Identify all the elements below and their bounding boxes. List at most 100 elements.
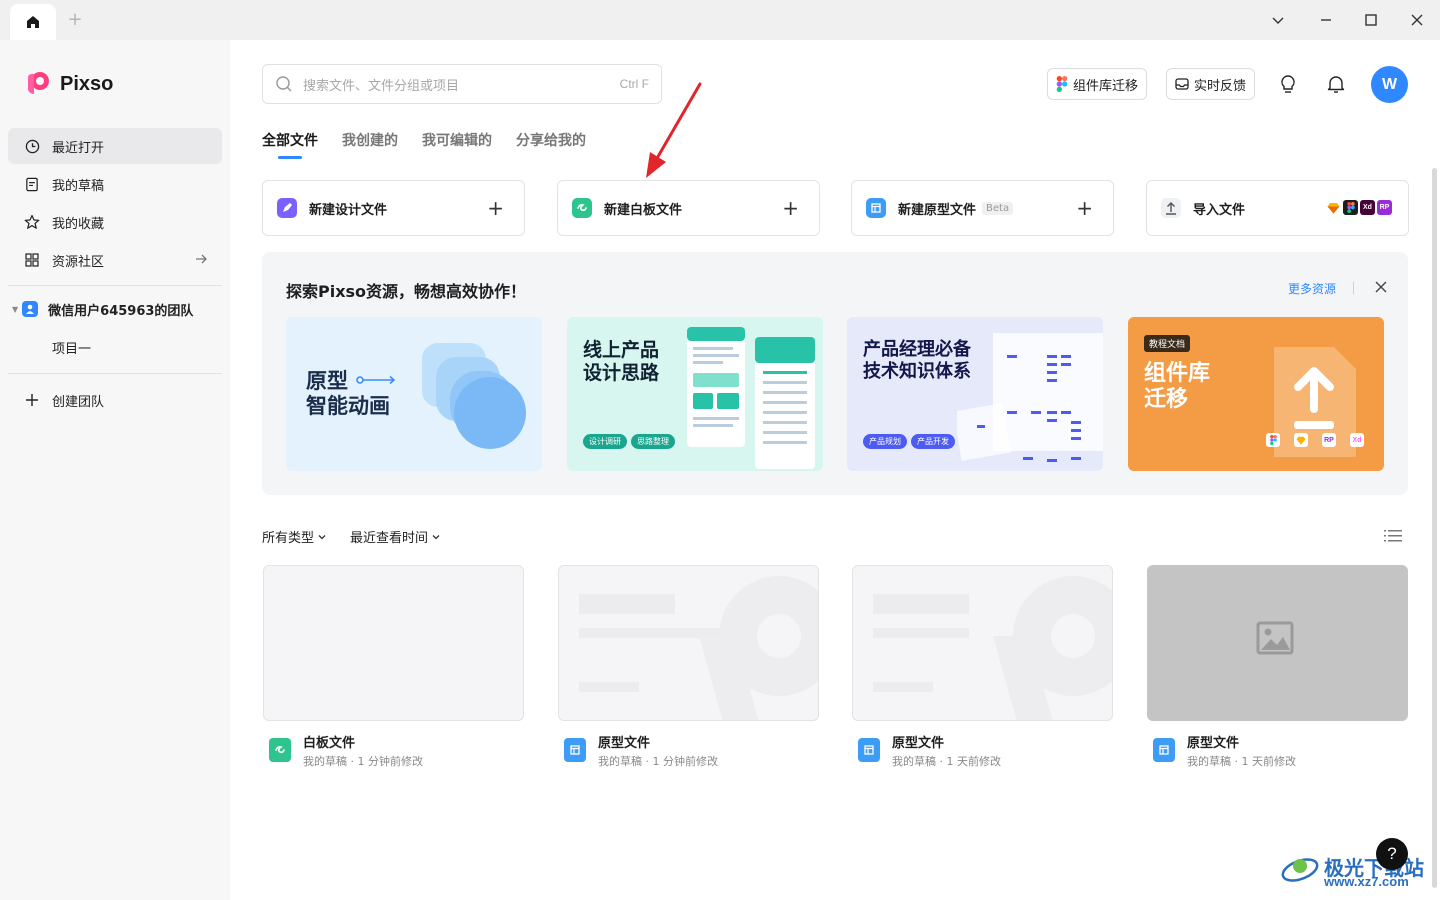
file-info[interactable]: 原型文件 我的草稿 · 1 分钟前修改	[558, 730, 819, 774]
team-name: 微信用户645963的团队	[48, 303, 194, 319]
lightbulb-icon[interactable]	[1276, 72, 1300, 96]
file-name: 白板文件	[303, 736, 356, 751]
close-icon[interactable]	[1374, 279, 1388, 298]
import-file-button[interactable]: 导入文件 Xd RP	[1146, 180, 1409, 236]
sketch-icon	[1294, 433, 1308, 447]
figma-icon	[1343, 200, 1358, 215]
maximize-icon[interactable]	[1359, 8, 1383, 32]
upload-icon	[1161, 198, 1181, 218]
divider	[1353, 282, 1354, 294]
resource-card-title: 组件库 迁移	[1144, 361, 1211, 413]
help-button[interactable]: ?	[1376, 838, 1408, 870]
figma-icon	[1266, 433, 1280, 447]
whiteboard-file-icon	[269, 738, 291, 762]
type-filter-dropdown[interactable]: 所有类型	[262, 527, 327, 546]
caret-down-icon: ▼	[12, 304, 19, 314]
chevron-down-icon	[432, 534, 440, 539]
resource-card-product-design[interactable]: 线上产品 设计思路 设计调研 思路整理	[567, 317, 823, 471]
import-file-label: 导入文件	[1193, 202, 1246, 218]
file-meta-text: 我的草稿 · 1 天前修改	[1187, 755, 1296, 768]
inbox-icon	[1175, 78, 1189, 90]
file-thumbnail[interactable]	[1147, 565, 1408, 721]
new-prototype-file-button[interactable]: 新建原型文件 Beta +	[851, 180, 1114, 236]
scrollbar[interactable]	[1432, 168, 1437, 888]
arrow-right-icon	[194, 252, 208, 270]
sidebar-item-community[interactable]: 资源社区	[8, 242, 222, 278]
tab-shared-with-me[interactable]: 分享给我的	[516, 130, 586, 150]
bell-icon[interactable]	[1324, 72, 1348, 96]
resource-card-component-migration[interactable]: 教程文档 组件库 迁移 RP Xd	[1128, 317, 1384, 471]
home-tab[interactable]	[10, 4, 56, 40]
chevron-down-icon	[318, 534, 326, 539]
sidebar-item-drafts[interactable]: 我的草稿	[8, 166, 222, 202]
resource-card-prototype-animation[interactable]: 原型 智能动画	[286, 317, 542, 471]
sidebar-team[interactable]: ▼ 微信用户645963的团队	[8, 291, 222, 327]
search-input[interactable]: 搜索文件、文件分组或项目 Ctrl F	[262, 64, 662, 104]
tag-product-development: 产品开发	[911, 434, 955, 449]
search-icon	[276, 76, 292, 92]
sidebar-item-recent[interactable]: 最近打开	[8, 128, 222, 164]
file-info[interactable]: 原型文件 我的草稿 · 1 天前修改	[852, 730, 1113, 774]
xd-icon: Xd	[1350, 433, 1364, 447]
file-info[interactable]: 原型文件 我的草稿 · 1 天前修改	[1147, 730, 1408, 774]
component-migrate-button[interactable]: 组件库迁移	[1047, 68, 1148, 100]
tab-all-files[interactable]: 全部文件	[262, 130, 318, 150]
file-meta-text: 我的草稿 · 1 天前修改	[892, 755, 1001, 768]
xd-icon: Xd	[1360, 200, 1375, 215]
plus-icon: +	[1076, 196, 1093, 220]
star-icon	[24, 214, 40, 230]
sidebar-divider	[8, 285, 222, 286]
beta-badge: Beta	[982, 201, 1014, 215]
import-format-badges: Xd RP	[1326, 200, 1392, 215]
tutorial-badge: 教程文档	[1144, 335, 1191, 352]
avatar[interactable]: W	[1371, 66, 1408, 103]
close-icon[interactable]	[1405, 8, 1429, 32]
file-info[interactable]: 白板文件 我的草稿 · 1 分钟前修改	[263, 730, 524, 774]
list-view-icon[interactable]	[1384, 528, 1402, 548]
dropdown-chevron-icon[interactable]	[1266, 8, 1290, 32]
file-thumbnail[interactable]	[558, 565, 819, 721]
tag-design-research: 设计调研	[583, 434, 627, 449]
sketch-icon	[1326, 200, 1341, 215]
file-name: 原型文件	[598, 736, 651, 751]
file-name: 原型文件	[1187, 736, 1240, 751]
prototype-file-icon	[1153, 738, 1175, 762]
sort-label: 最近查看时间	[350, 531, 429, 546]
wireframe-illustration	[687, 327, 815, 469]
feedback-label: 实时反馈	[1194, 78, 1247, 94]
create-team-button[interactable]: 创建团队	[8, 382, 222, 418]
tab-created-by-me[interactable]: 我创建的	[342, 130, 398, 150]
image-placeholder-icon	[1256, 621, 1294, 655]
home-icon	[27, 16, 39, 28]
resources-title: 探索Pixso资源，畅想高效协作！	[286, 282, 527, 301]
sort-dropdown[interactable]: 最近查看时间	[350, 527, 441, 546]
new-tab-button[interactable]: +	[64, 9, 86, 31]
file-name: 原型文件	[892, 736, 945, 751]
search-placeholder: 搜索文件、文件分组或项目	[303, 78, 460, 94]
create-team-label: 创建团队	[52, 394, 105, 410]
title-bar: +	[0, 0, 1440, 40]
sidebar-item-favorites[interactable]: 我的收藏	[8, 204, 222, 240]
format-icons: RP Xd	[1266, 433, 1364, 447]
team-avatar-icon	[22, 301, 39, 317]
file-thumbnail[interactable]	[852, 565, 1113, 721]
minimize-icon[interactable]	[1314, 8, 1338, 32]
pixso-logo-icon	[28, 72, 49, 94]
design-file-icon	[277, 198, 297, 218]
new-whiteboard-file-button[interactable]: 新建白板文件 +	[557, 180, 820, 236]
logo[interactable]: Pixso	[24, 70, 113, 98]
more-resources-link[interactable]: 更多资源	[1288, 280, 1336, 297]
prototype-placeholder-illustration	[873, 576, 1112, 720]
sidebar-project[interactable]: 项目一	[8, 329, 222, 365]
feedback-button[interactable]: 实时反馈	[1166, 68, 1256, 100]
sidebar-item-label: 最近打开	[52, 140, 105, 156]
resource-card-pm-knowledge[interactable]: 产品经理必备 技术知识体系 产品规划 产品开发	[847, 317, 1103, 471]
sidebar: Pixso 最近打开 我的草稿 我的收藏 资源社区 ▼ 微信用户645963的团…	[0, 40, 230, 900]
annotation-arrow	[646, 82, 702, 178]
new-whiteboard-file-label: 新建白板文件	[604, 202, 683, 218]
sidebar-item-label: 我的草稿	[52, 178, 105, 194]
file-thumbnail[interactable]	[263, 565, 524, 721]
tab-editable[interactable]: 我可编辑的	[422, 130, 492, 150]
prototype-file-icon	[564, 738, 586, 762]
new-design-file-button[interactable]: 新建设计文件 +	[262, 180, 525, 236]
